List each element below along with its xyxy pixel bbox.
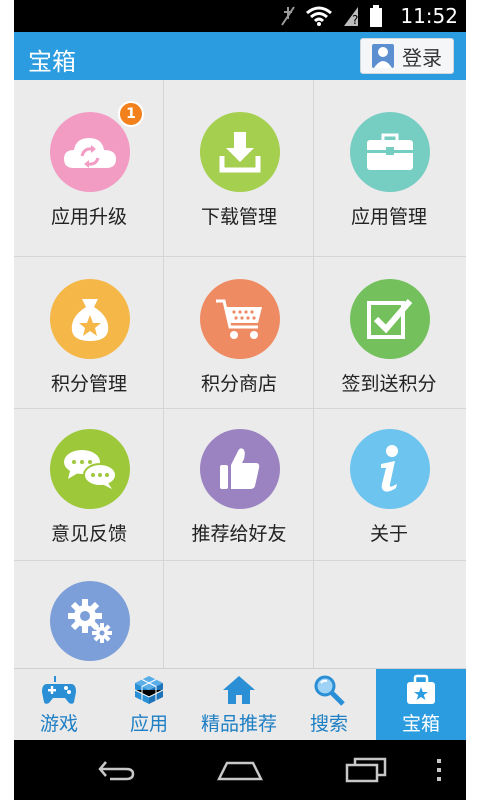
cloud-sync-icon: [50, 112, 130, 192]
chat-bubbles-icon: [50, 429, 130, 509]
grid-item-label: 关于: [369, 523, 408, 545]
grid-item-about[interactable]: 关于: [314, 409, 466, 561]
search-icon: [313, 673, 345, 707]
grid-item-feedback[interactable]: 意见反馈: [14, 409, 164, 561]
title-bar: 宝箱 登录: [14, 32, 466, 80]
mute-icon: [281, 6, 295, 26]
tab-apps[interactable]: 应用: [104, 669, 194, 741]
grid-item-label: 推荐给好友: [191, 523, 287, 545]
tab-label: 应用: [129, 713, 168, 735]
grid-item-download-manager[interactable]: 下载管理: [164, 80, 314, 257]
tab-games[interactable]: 游戏: [14, 669, 104, 741]
briefcase-icon: [350, 112, 430, 192]
grid-item-app-update[interactable]: 1 应用升级: [14, 80, 164, 257]
grid-item-points-store[interactable]: 积分商店: [164, 257, 314, 409]
tool-grid: 1 应用升级 下载管理 应用管理 积分管理 积分商店 签到送积分 意见反馈 推荐…: [14, 80, 466, 668]
overflow-menu-button[interactable]: [432, 752, 446, 788]
grid-item-points-manager[interactable]: 积分管理: [14, 257, 164, 409]
signal-icon: ?: [344, 7, 358, 27]
user-icon: [372, 44, 394, 68]
home-icon: [222, 673, 256, 707]
grid-item-settings[interactable]: [14, 561, 164, 668]
home-nav-icon: [217, 761, 263, 781]
money-bag-icon: [50, 279, 130, 359]
grid-item-label: 应用管理: [350, 206, 427, 228]
phone-screen: ? 11:52 宝箱 登录 1 应用升级 下载管理 应用管理 积分管理 积分商店…: [14, 0, 466, 800]
recent-apps-button[interactable]: [344, 752, 388, 788]
grid-item-checkin-points[interactable]: 签到送积分: [314, 257, 466, 409]
gamepad-icon: [41, 673, 77, 707]
cart-icon: [200, 279, 280, 359]
grid-empty-cell: [164, 561, 314, 668]
grid-item-label: 签到送积分: [341, 373, 437, 395]
home-button[interactable]: [216, 752, 264, 788]
battery-icon: [370, 5, 382, 27]
system-nav-bar: [14, 740, 466, 800]
overflow-menu-icon: [437, 759, 441, 781]
treasure-box-icon: [405, 673, 437, 707]
tab-search[interactable]: 搜索: [284, 669, 374, 741]
grid-empty-cell: [314, 561, 466, 668]
tab-featured[interactable]: 精品推荐: [194, 669, 284, 741]
update-count-badge: 1: [118, 101, 144, 127]
grid-item-label: 积分管理: [50, 373, 127, 395]
bottom-tab-bar: 游戏 应用 精品推荐 搜索 宝箱: [14, 668, 466, 741]
checkbox-icon: [350, 279, 430, 359]
recent-apps-icon: [345, 757, 387, 783]
settings-gears-icon: [50, 581, 130, 661]
grid-item-label: 积分商店: [200, 373, 277, 395]
tab-label: 精品推荐: [200, 713, 277, 735]
grid-item-app-manager[interactable]: 应用管理: [314, 80, 466, 257]
tab-treasure-box[interactable]: 宝箱: [376, 669, 466, 741]
status-bar: ? 11:52: [14, 0, 466, 32]
status-time: 11:52: [400, 4, 458, 28]
info-icon: [350, 429, 430, 509]
tab-label: 搜索: [309, 713, 348, 735]
back-button[interactable]: [94, 752, 138, 788]
svg-text:?: ?: [352, 13, 358, 27]
grid-item-label: 下载管理: [200, 206, 277, 228]
login-label: 登录: [402, 45, 442, 70]
page-title: 宝箱: [28, 48, 76, 76]
login-button[interactable]: 登录: [360, 38, 454, 74]
grid-item-label: 意见反馈: [50, 523, 127, 545]
download-icon: [200, 112, 280, 192]
tab-label: 宝箱: [401, 713, 440, 735]
cube-icon: [133, 673, 165, 707]
tab-label: 游戏: [39, 713, 78, 735]
grid-item-recommend-friend[interactable]: 推荐给好友: [164, 409, 314, 561]
status-icons: ?: [280, 5, 382, 27]
thumbs-up-icon: [200, 429, 280, 509]
wifi-icon: [306, 6, 332, 26]
grid-item-label: 应用升级: [50, 206, 127, 228]
back-icon: [98, 761, 135, 781]
